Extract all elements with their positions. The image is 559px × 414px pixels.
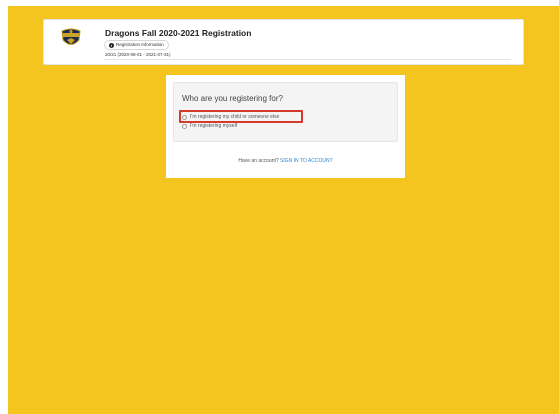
club-crest-logo [61,28,81,45]
sign-in-link[interactable]: SIGN IN TO ACCOUNT [280,158,333,164]
account-prompt-line: Have an account? SIGN IN TO ACCOUNT [166,158,405,164]
option-label: I'm registering myself [190,123,238,129]
registration-information-button[interactable]: i Registration Information [104,40,169,50]
page-background [8,6,559,414]
radio-button[interactable] [182,123,187,129]
registration-information-label: Registration Information [116,42,164,47]
registrant-question-panel: Who are you registering for? I'm registe… [173,82,398,142]
account-prompt: Have an account? [238,158,279,164]
registration-card: Who are you registering for? I'm registe… [166,75,405,178]
registration-header-card: Dragons Fall 2020-2021 Registration i Re… [43,19,524,65]
header-divider [104,59,511,60]
option-myself[interactable]: I'm registering myself [182,122,237,130]
info-icon: i [109,42,114,48]
question-heading: Who are you registering for? [182,94,283,103]
season-dates: 20/21 (2020-08-01 - 2021-07-31) [105,52,171,57]
page-title: Dragons Fall 2020-2021 Registration [105,28,252,38]
